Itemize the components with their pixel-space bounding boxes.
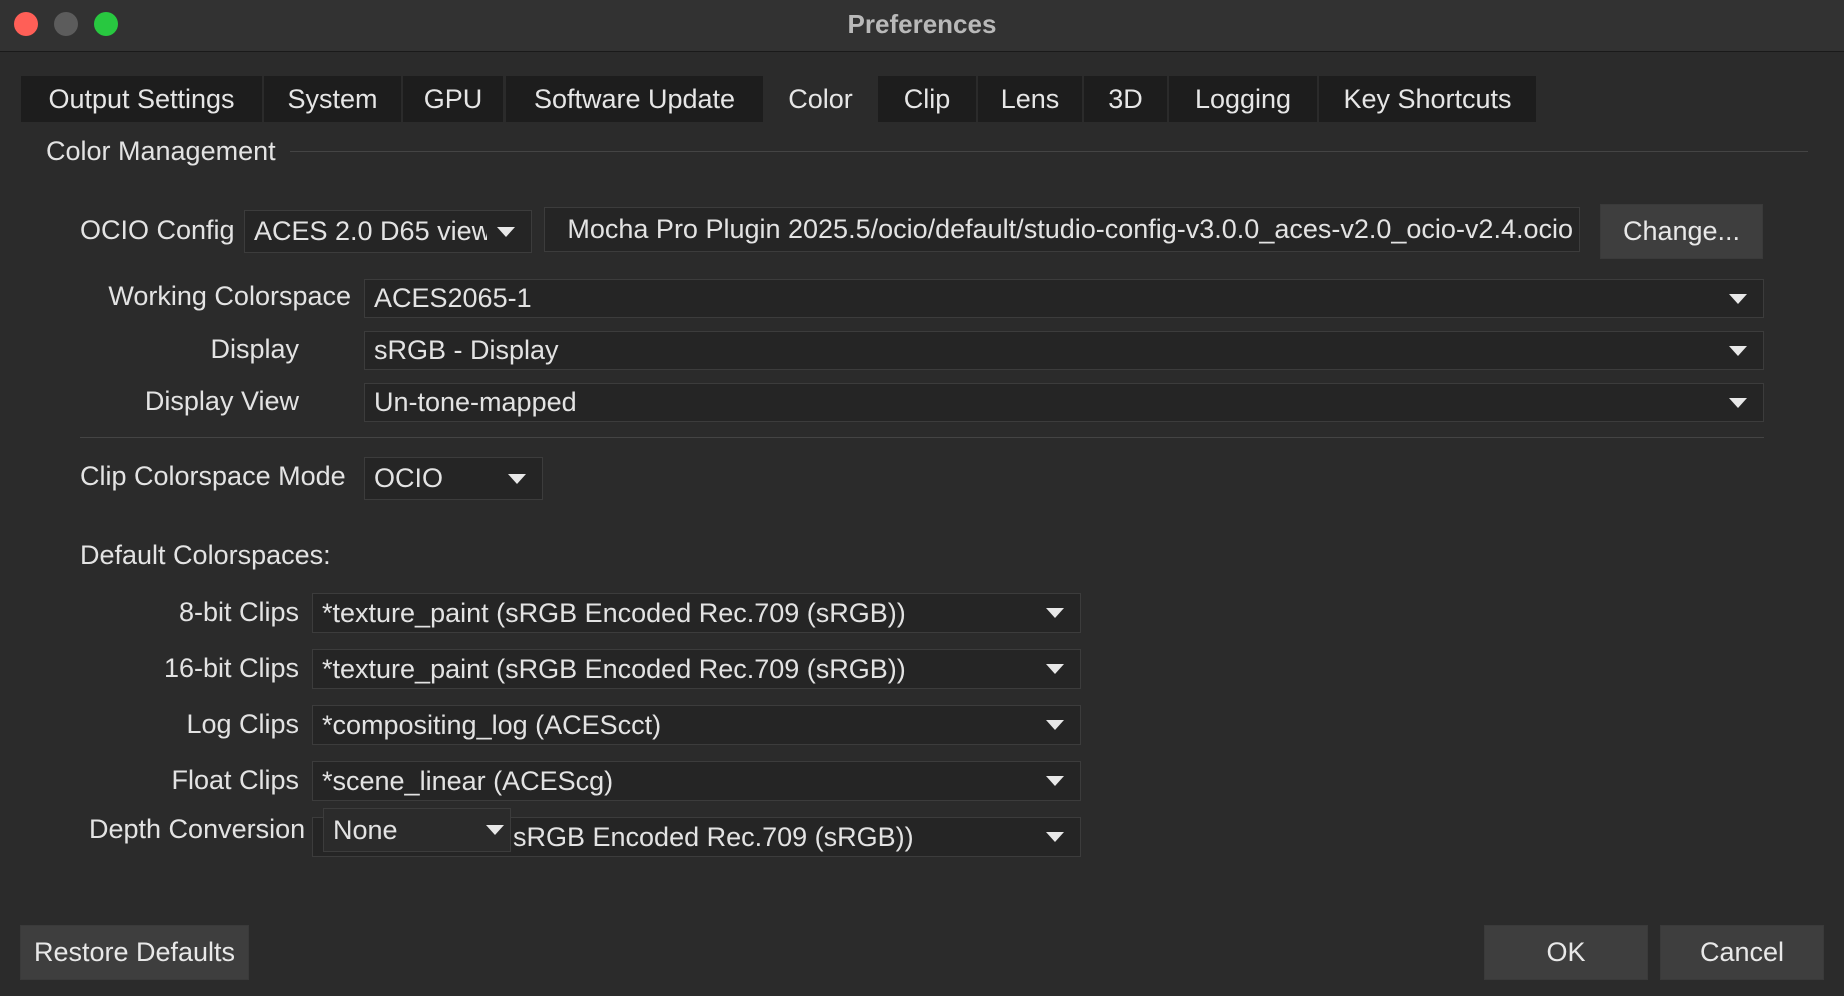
tab-clip[interactable]: Clip: [878, 76, 976, 122]
tab-software-update[interactable]: Software Update: [506, 76, 763, 122]
ocio-config-preset-dropdown[interactable]: ACES 2.0 D65 view: [244, 210, 532, 253]
depth-conversion-dropdown[interactable]: None: [323, 808, 511, 852]
cancel-button[interactable]: Cancel: [1660, 925, 1824, 980]
display-view-value: Un-tone-mapped: [374, 387, 577, 417]
chevron-down-icon: [1729, 345, 1747, 356]
tab-output-settings[interactable]: Output Settings: [21, 76, 262, 122]
clip-colorspace-mode-label: Clip Colorspace Mode: [80, 461, 346, 491]
display-label: Display: [210, 334, 299, 364]
ocio-config-path-value: Mocha Pro Plugin 2025.5/ocio/default/stu…: [567, 214, 1573, 244]
chevron-down-icon: [1046, 832, 1064, 842]
working-colorspace-value: ACES2065-1: [374, 283, 532, 313]
log-clips-label: Log Clips: [186, 709, 299, 739]
group-title-color-management: Color Management: [46, 136, 276, 166]
clip-colorspace-mode-value: OCIO: [374, 463, 444, 493]
display-view-label: Display View: [144, 386, 299, 416]
depth-conversion-value: None: [333, 814, 398, 845]
tab-logging[interactable]: Logging: [1169, 76, 1317, 122]
restore-defaults-button[interactable]: Restore Defaults: [20, 925, 249, 980]
ok-button[interactable]: OK: [1484, 925, 1648, 980]
8bit-clips-value: *texture_paint (sRGB Encoded Rec.709 (sR…: [322, 597, 906, 628]
clip-colorspace-mode-dropdown[interactable]: OCIO: [364, 457, 543, 500]
8bit-clips-label: 8-bit Clips: [178, 597, 299, 627]
float-clips-dropdown[interactable]: *scene_linear (ACEScg): [312, 761, 1081, 801]
display-view-dropdown[interactable]: Un-tone-mapped: [364, 383, 1764, 422]
ocio-config-path-field[interactable]: Mocha Pro Plugin 2025.5/ocio/default/stu…: [544, 207, 1580, 252]
chevron-down-icon: [1046, 664, 1064, 674]
working-colorspace-dropdown[interactable]: ACES2065-1: [364, 279, 1764, 318]
depth-colorspace-value: sRGB Encoded Rec.709 (sRGB)): [513, 821, 914, 852]
tab-system[interactable]: System: [264, 76, 401, 122]
chevron-down-icon: [1729, 397, 1747, 408]
display-value: sRGB - Display: [374, 335, 559, 365]
8bit-clips-dropdown[interactable]: *texture_paint (sRGB Encoded Rec.709 (sR…: [312, 593, 1081, 633]
default-colorspaces-title: Default Colorspaces:: [80, 540, 331, 570]
chevron-down-icon: [1046, 608, 1064, 618]
tab-3d[interactable]: 3D: [1084, 76, 1167, 122]
16bit-clips-dropdown[interactable]: *texture_paint (sRGB Encoded Rec.709 (sR…: [312, 649, 1081, 689]
chevron-down-icon: [1729, 293, 1747, 304]
depth-conversion-label: Depth Conversion: [89, 814, 306, 844]
section-divider: [80, 437, 1764, 438]
ocio-config-preset-value: ACES 2.0 D65 view: [254, 216, 487, 246]
chevron-down-icon: [497, 226, 515, 237]
change-ocio-config-button[interactable]: Change...: [1600, 204, 1763, 259]
display-dropdown[interactable]: sRGB - Display: [364, 331, 1764, 370]
chevron-down-icon: [486, 825, 504, 835]
chevron-down-icon: [1046, 776, 1064, 786]
working-colorspace-label: Working Colorspace: [108, 281, 351, 311]
float-clips-value: *scene_linear (ACEScg): [322, 765, 614, 796]
group-divider: [290, 151, 1808, 152]
log-clips-value: *compositing_log (ACEScct): [322, 709, 662, 740]
log-clips-dropdown[interactable]: *compositing_log (ACEScct): [312, 705, 1081, 745]
16bit-clips-value: *texture_paint (sRGB Encoded Rec.709 (sR…: [322, 653, 906, 684]
tab-color[interactable]: Color: [765, 76, 876, 122]
chevron-down-icon: [508, 473, 526, 484]
float-clips-label: Float Clips: [171, 765, 299, 795]
chevron-down-icon: [1046, 720, 1064, 730]
tab-key-shortcuts[interactable]: Key Shortcuts: [1319, 76, 1536, 122]
16bit-clips-label: 16-bit Clips: [163, 653, 299, 683]
ocio-config-label: OCIO Config: [80, 215, 235, 245]
window-title: Preferences: [847, 9, 997, 39]
tab-gpu[interactable]: GPU: [403, 76, 503, 122]
tab-lens[interactable]: Lens: [978, 76, 1082, 122]
